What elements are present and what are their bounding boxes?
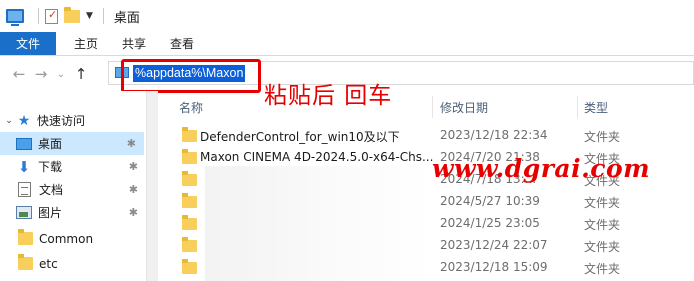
desktop-icon bbox=[16, 137, 32, 150]
download-icon: ⬇ bbox=[17, 157, 31, 176]
folder-icon bbox=[182, 193, 197, 208]
nav-item-desktop[interactable]: 桌面 ✱ bbox=[0, 132, 144, 155]
file-type: 文件夹 bbox=[584, 218, 621, 232]
nav-item-downloads[interactable]: ⬇ 下载 ✱ bbox=[0, 155, 146, 178]
nav-item-documents[interactable]: 文档 ✱ bbox=[0, 178, 146, 201]
column-header-type[interactable]: 类型 bbox=[584, 96, 608, 118]
file-name: DefenderControl_for_win10及以下 bbox=[200, 130, 400, 144]
folder-icon bbox=[182, 171, 197, 186]
navigation-pane-scrollbar[interactable] bbox=[146, 91, 158, 281]
nav-item-label: 图片 bbox=[38, 206, 63, 220]
folder-icon bbox=[18, 254, 33, 270]
pin-icon[interactable]: ✱ bbox=[129, 160, 138, 173]
watermark-text: www.dgrai.com bbox=[432, 154, 651, 183]
properties-icon[interactable] bbox=[45, 8, 58, 24]
folder-icon bbox=[182, 127, 197, 142]
file-date: 2023/12/24 22:07 bbox=[440, 238, 548, 252]
pin-icon[interactable]: ✱ bbox=[127, 137, 136, 150]
tab-file[interactable]: 文件 bbox=[0, 32, 56, 55]
folder-icon bbox=[182, 215, 197, 230]
column-header-name[interactable]: 名称 bbox=[179, 96, 203, 118]
file-date: 2024/5/27 10:39 bbox=[440, 194, 540, 208]
chevron-down-icon[interactable]: ⌄ bbox=[3, 116, 15, 126]
title-bar: ▼ 桌面 bbox=[0, 0, 694, 32]
ribbon-tabs: 文件 主页 共享 查看 bbox=[0, 32, 694, 56]
window-title: 桌面 bbox=[113, 10, 140, 26]
nav-item-pictures[interactable]: 图片 ✱ bbox=[0, 201, 146, 224]
file-date: 2024/1/25 23:05 bbox=[440, 216, 540, 230]
pin-icon[interactable]: ✱ bbox=[129, 206, 138, 219]
folder-icon bbox=[182, 149, 197, 164]
column-divider[interactable] bbox=[577, 96, 578, 118]
file-date: 2023/12/18 22:34 bbox=[440, 128, 548, 142]
file-type: 文件夹 bbox=[584, 130, 621, 144]
star-icon: ★ bbox=[17, 112, 31, 129]
nav-quick-access[interactable]: ⌄ ★ 快速访问 bbox=[0, 109, 146, 132]
redacted-area bbox=[205, 166, 430, 281]
file-row[interactable]: DefenderControl_for_win10及以下 2023/12/18 … bbox=[170, 125, 694, 147]
nav-item-label: etc bbox=[39, 256, 58, 271]
file-type: 文件夹 bbox=[584, 240, 621, 254]
document-icon bbox=[18, 182, 31, 197]
forward-arrow-icon[interactable]: → bbox=[30, 65, 52, 83]
tab-home[interactable]: 主页 bbox=[62, 32, 110, 55]
nav-item-common[interactable]: Common bbox=[0, 227, 146, 250]
divider bbox=[102, 8, 104, 24]
file-type: 文件夹 bbox=[584, 262, 621, 276]
column-divider[interactable] bbox=[432, 96, 433, 118]
up-arrow-icon[interactable]: ↑ bbox=[70, 65, 92, 83]
tab-share[interactable]: 共享 bbox=[110, 32, 158, 55]
folder-icon bbox=[182, 237, 197, 252]
picture-icon bbox=[16, 206, 32, 219]
highlight-box bbox=[121, 59, 261, 93]
divider bbox=[38, 8, 39, 24]
nav-item-etc[interactable]: etc bbox=[0, 252, 146, 275]
file-type: 文件夹 bbox=[584, 196, 621, 210]
nav-item-label: 桌面 bbox=[38, 137, 63, 151]
customize-toolbar-icon[interactable]: ▼ bbox=[86, 11, 93, 21]
nav-item-label: 文档 bbox=[39, 183, 64, 197]
navigation-pane: ⌄ ★ 快速访问 桌面 ✱ ⬇ 下载 ✱ 文档 ✱ 图片 ✱ Common et… bbox=[0, 91, 146, 281]
nav-quick-access-label: 快速访问 bbox=[37, 114, 86, 128]
column-header-modified[interactable]: 修改日期 bbox=[440, 96, 488, 118]
new-folder-icon[interactable] bbox=[64, 6, 80, 23]
back-arrow-icon[interactable]: ← bbox=[8, 65, 30, 83]
computer-icon bbox=[6, 9, 24, 26]
annotation-text: 粘贴后 回车 bbox=[264, 83, 393, 109]
tab-view[interactable]: 查看 bbox=[158, 32, 206, 55]
folder-icon bbox=[18, 229, 33, 245]
folder-icon bbox=[182, 259, 197, 274]
file-name: Maxon CINEMA 4D-2024.5.0-x64-Chs... bbox=[200, 150, 434, 164]
file-date: 2023/12/18 15:09 bbox=[440, 260, 548, 274]
nav-item-label: Common bbox=[39, 231, 94, 246]
pin-icon[interactable]: ✱ bbox=[129, 183, 138, 196]
nav-item-label: 下载 bbox=[38, 160, 63, 174]
recent-locations-icon[interactable]: ⌄ bbox=[52, 69, 70, 80]
quick-access-toolbar: ▼ bbox=[0, 0, 110, 32]
